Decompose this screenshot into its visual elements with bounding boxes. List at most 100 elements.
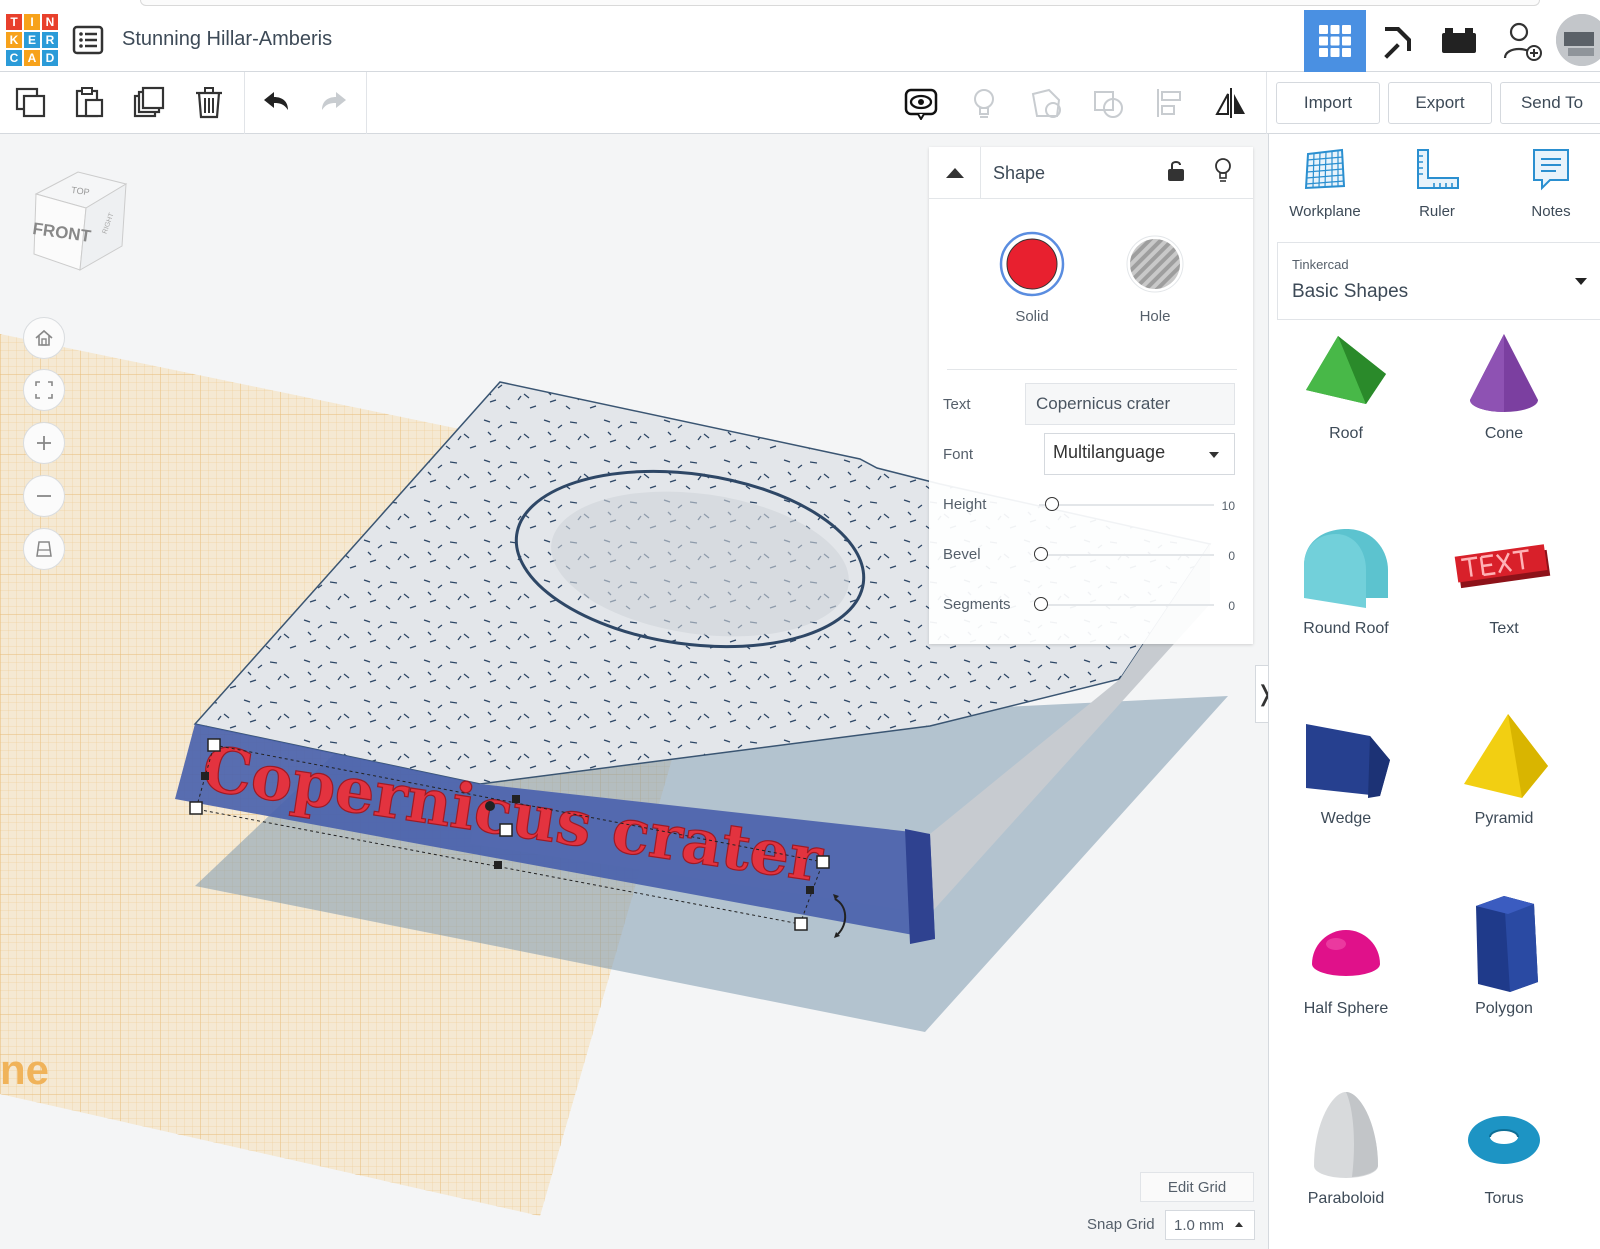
solid-label[interactable]: Solid: [992, 308, 1072, 325]
side-handle[interactable]: [806, 886, 814, 894]
ungroup-icon[interactable]: [1091, 86, 1125, 120]
right-sidebar: Workplane Ruler Notes Tinkercad Basic Sh…: [1268, 134, 1600, 1249]
perspective-button[interactable]: [23, 528, 65, 570]
height-slider-knob[interactable]: [1045, 497, 1059, 511]
shape-label: Wedge: [1320, 810, 1372, 827]
minecraft-view-button[interactable]: [1366, 10, 1428, 72]
text-shape-icon: [1454, 544, 1551, 589]
toolbar-divider: [366, 72, 367, 134]
tinkercad-logo[interactable]: TIN KER CAD: [6, 14, 58, 66]
shape-library-select[interactable]: Tinkercad Basic Shapes: [1277, 242, 1600, 320]
delete-icon[interactable]: [192, 86, 226, 120]
notes-icon: [1533, 149, 1569, 191]
bevel-value[interactable]: 0: [1228, 549, 1235, 563]
collapse-inspector-button[interactable]: [929, 147, 981, 199]
snap-grid-value: 1.0 mm: [1174, 1217, 1225, 1234]
browser-strip: [140, 0, 1540, 6]
hole-swatch[interactable]: [1122, 231, 1188, 297]
light-bulb-icon[interactable]: [1213, 157, 1233, 183]
segments-value[interactable]: 0: [1228, 599, 1235, 613]
shape-polygon[interactable]: Polygon: [1429, 896, 1579, 1040]
shape-label: Half Sphere: [1303, 1000, 1389, 1017]
home-view-button[interactable]: [23, 317, 65, 359]
duplicate-icon[interactable]: [132, 86, 166, 120]
zoom-out-button[interactable]: [23, 475, 65, 517]
shape-paraboloid[interactable]: Paraboloid: [1271, 1090, 1421, 1230]
design-title[interactable]: Stunning Hillar-Amberis: [122, 28, 332, 51]
side-handle[interactable]: [201, 772, 209, 780]
height-handle[interactable]: [512, 795, 520, 803]
export-button[interactable]: Export: [1388, 82, 1492, 124]
torus-shape-icon: [1468, 1116, 1540, 1164]
segments-slider-track[interactable]: [1039, 604, 1214, 606]
text-label: Text: [943, 396, 971, 413]
workplane-watermark: ne: [0, 1046, 49, 1093]
segments-label: Segments: [943, 596, 1011, 613]
logo-letter: I: [24, 14, 40, 30]
resize-handle[interactable]: [189, 801, 203, 815]
solid-color-swatch[interactable]: [999, 231, 1065, 297]
fit-view-button[interactable]: [23, 369, 65, 411]
roof-shape-icon: [1306, 336, 1386, 404]
zoom-out-icon: [37, 495, 51, 497]
shape-torus[interactable]: Torus: [1429, 1090, 1579, 1230]
ruler-tool[interactable]: Ruler: [1387, 146, 1487, 220]
shape-text[interactable]: Text: [1429, 520, 1579, 660]
import-button[interactable]: Import: [1276, 82, 1380, 124]
shape-round-roof[interactable]: Round Roof: [1271, 520, 1421, 660]
brick-view-button[interactable]: [1428, 10, 1490, 72]
logo-letter: D: [42, 50, 58, 66]
height-slider-track[interactable]: [1039, 504, 1214, 506]
resize-handle[interactable]: [499, 823, 513, 837]
fit-view-icon: [35, 381, 53, 399]
workplane-icon: [1304, 148, 1346, 190]
undo-icon[interactable]: [258, 86, 292, 120]
user-avatar[interactable]: [1556, 14, 1600, 66]
shape-label: Polygon: [1475, 1000, 1533, 1017]
copy-icon[interactable]: [14, 86, 48, 120]
notes-tool[interactable]: Notes: [1501, 146, 1600, 220]
view-cube[interactable]: TOP FRONT RIGHT: [28, 166, 138, 276]
toolbar-divider: [1266, 72, 1267, 134]
shape-pyramid[interactable]: Pyramid: [1429, 710, 1579, 850]
shape-inspector: Shape Solid Hole Text Copernicus crater …: [929, 147, 1253, 644]
show-all-icon[interactable]: [904, 86, 938, 120]
lift-handle[interactable]: [485, 801, 495, 811]
caret-up-icon: [1235, 1222, 1243, 1227]
invite-button[interactable]: [1492, 10, 1554, 72]
paste-icon[interactable]: [72, 86, 106, 120]
align-icon[interactable]: [1153, 86, 1187, 120]
height-value[interactable]: 10: [1222, 499, 1235, 513]
pickaxe-icon: [1384, 27, 1411, 59]
hole-label[interactable]: Hole: [1115, 308, 1195, 325]
shape-half-sphere[interactable]: Half Sphere: [1271, 900, 1421, 1040]
workplane-tool[interactable]: Workplane: [1275, 146, 1375, 220]
light-bulb-icon[interactable]: [967, 86, 1001, 120]
shape-wedge[interactable]: Wedge: [1271, 710, 1421, 850]
send-to-button[interactable]: Send To: [1500, 82, 1600, 124]
side-handle[interactable]: [494, 861, 502, 869]
cone-shape-icon: [1470, 334, 1538, 412]
zoom-in-button[interactable]: [23, 422, 65, 464]
design-list-icon[interactable]: [72, 24, 104, 56]
shape-label: Pyramid: [1474, 810, 1534, 827]
top-bar: TIN KER CAD Stunning Hillar-Amberis: [0, 0, 1600, 72]
group-icon[interactable]: [1029, 86, 1063, 120]
lock-icon[interactable]: [1166, 159, 1186, 183]
resize-handle[interactable]: [816, 855, 830, 869]
text-field[interactable]: Copernicus crater: [1025, 383, 1235, 425]
bevel-slider-knob[interactable]: [1034, 547, 1048, 561]
bevel-slider-track[interactable]: [1039, 554, 1214, 556]
snap-grid-select[interactable]: 1.0 mm: [1165, 1210, 1255, 1240]
mirror-icon[interactable]: [1214, 86, 1248, 120]
home-icon: [35, 329, 53, 346]
font-select[interactable]: Multilanguage: [1044, 433, 1235, 475]
resize-handle[interactable]: [794, 917, 808, 931]
resize-handle[interactable]: [207, 738, 221, 752]
polygon-shape-icon: [1476, 896, 1538, 992]
3d-design-view-button[interactable]: [1304, 10, 1366, 72]
redo-icon[interactable]: [318, 86, 352, 120]
3d-design-grid-icon: [1319, 25, 1351, 57]
segments-slider-knob[interactable]: [1034, 597, 1048, 611]
edit-grid-button[interactable]: Edit Grid: [1140, 1172, 1254, 1202]
